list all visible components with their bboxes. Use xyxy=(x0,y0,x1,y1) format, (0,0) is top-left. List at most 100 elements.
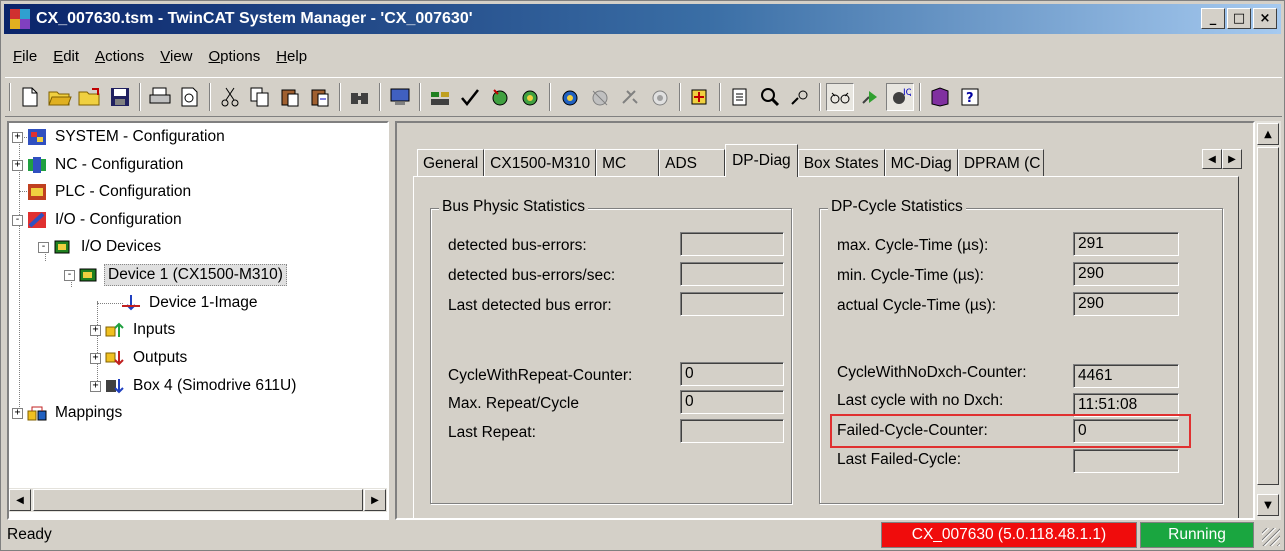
tab-dpram[interactable]: DPRAM (C xyxy=(957,149,1044,177)
toggle-free-run-icon[interactable] xyxy=(616,83,644,111)
show-sub-items-icon[interactable] xyxy=(726,83,754,111)
find-icon[interactable] xyxy=(346,83,374,111)
new-icon[interactable] xyxy=(16,83,44,111)
configuration-tree[interactable]: + SYSTEM - Configuration + NC - Configur… xyxy=(7,121,389,520)
mappings-icon xyxy=(27,404,47,422)
tab-ads[interactable]: ADS xyxy=(659,149,726,177)
online-watch-icon[interactable] xyxy=(826,83,854,111)
scroll-thumb[interactable] xyxy=(33,489,363,511)
tree-label: NC - Configuration xyxy=(55,156,184,173)
tab-mc-diag[interactable]: MC-Diag xyxy=(884,149,958,177)
tree-item-outputs[interactable]: + Outputs xyxy=(90,346,190,370)
menu-options[interactable]: Options xyxy=(201,48,269,65)
paste-icon[interactable] xyxy=(276,83,304,111)
last-repeat-field xyxy=(680,419,784,443)
collapse-toggle[interactable]: - xyxy=(38,241,49,253)
maximize-icon: □ xyxy=(1232,11,1246,26)
print-preview-icon[interactable] xyxy=(176,83,204,111)
menu-edit[interactable]: Edit xyxy=(45,48,87,65)
add-variable-icon[interactable] xyxy=(686,83,714,111)
cycle-with-repeat-counter-field: 0 xyxy=(680,362,784,386)
search-item-icon[interactable] xyxy=(786,83,814,111)
minimize-button[interactable]: _ xyxy=(1201,8,1225,29)
expand-toggle[interactable]: + xyxy=(12,131,23,143)
tab-dp-diag[interactable]: DP-Diag xyxy=(725,144,798,177)
help-icon[interactable]: ? xyxy=(956,83,984,111)
info-icon[interactable]: IQ xyxy=(886,83,914,111)
arrow-up-icon: ▲ xyxy=(1264,128,1272,140)
print-icon[interactable] xyxy=(146,83,174,111)
menu-help[interactable]: Help xyxy=(268,48,315,65)
tree-item-box-4[interactable]: + Box 4 (Simodrive 611U) xyxy=(90,374,299,398)
zoom-icon[interactable] xyxy=(756,83,784,111)
menu-file[interactable]: File xyxy=(5,48,45,65)
target-system-icon[interactable] xyxy=(386,83,414,111)
plc-config-icon xyxy=(27,183,47,201)
force-icon[interactable] xyxy=(856,83,884,111)
scroll-left-button[interactable]: ◀ xyxy=(9,489,31,511)
collapse-toggle[interactable]: - xyxy=(12,214,23,226)
tree-item-system[interactable]: + SYSTEM - Configuration xyxy=(12,125,228,149)
open-folder-icon[interactable] xyxy=(76,83,104,111)
reload-devices-icon[interactable] xyxy=(556,83,584,111)
check-configuration-icon[interactable] xyxy=(456,83,484,111)
tree-horizontal-scrollbar[interactable]: ◀ ▶ xyxy=(9,488,387,512)
last-failed-cycle-field xyxy=(1073,449,1179,473)
scroll-thumb[interactable] xyxy=(1257,147,1279,485)
tab-mc[interactable]: MC xyxy=(596,149,660,177)
activate-configuration-icon[interactable] xyxy=(486,83,514,111)
show-online-data-icon[interactable] xyxy=(646,83,674,111)
tree-label: Box 4 (Simodrive 611U) xyxy=(133,377,297,394)
restart-run-mode-icon[interactable] xyxy=(516,83,544,111)
tab-scroll-left-button[interactable]: ◀ xyxy=(1202,149,1222,169)
detail-vertical-scrollbar[interactable]: ▲ ▼ xyxy=(1255,121,1281,520)
tab-box-states[interactable]: Box States xyxy=(797,149,885,177)
field-label: detected bus-errors/sec: xyxy=(448,267,616,284)
tree-item-device-1[interactable]: - Device 1 (CX1500-M310) xyxy=(64,263,287,287)
paste-with-links-icon[interactable] xyxy=(306,83,334,111)
field-label: Max. Repeat/Cycle xyxy=(448,395,579,412)
copy-icon[interactable] xyxy=(246,83,274,111)
scroll-up-button[interactable]: ▲ xyxy=(1257,123,1279,145)
menu-actions[interactable]: Actions xyxy=(87,48,152,65)
expand-toggle[interactable]: + xyxy=(90,352,101,364)
tree-item-io-devices[interactable]: - I/O Devices xyxy=(38,235,164,259)
tree-item-device-image[interactable]: Device 1-Image xyxy=(121,291,261,315)
tab-cx1500-m310[interactable]: CX1500-M310 xyxy=(484,149,597,177)
expand-toggle[interactable]: + xyxy=(90,380,101,392)
maximize-button[interactable]: □ xyxy=(1227,8,1251,29)
tab-general[interactable]: General xyxy=(417,149,485,177)
tree-item-nc[interactable]: + NC - Configuration xyxy=(12,153,186,177)
help-book-icon[interactable] xyxy=(926,83,954,111)
title-bar[interactable]: CX_007630.tsm - TwinCAT System Manager -… xyxy=(4,4,1281,34)
field-label: Last detected bus error: xyxy=(448,297,612,314)
bus-errors-per-sec-field xyxy=(680,262,784,286)
close-button[interactable]: × xyxy=(1253,8,1277,29)
field-label: CycleWithRepeat-Counter: xyxy=(448,367,633,384)
tree-item-plc[interactable]: PLC - Configuration xyxy=(27,180,194,204)
system-config-icon xyxy=(27,128,47,146)
save-icon[interactable] xyxy=(106,83,134,111)
tab-strip: General CX1500-M310 MC ADS DP-Diag Box S… xyxy=(417,143,1044,177)
expand-toggle[interactable]: + xyxy=(12,159,23,171)
tree-label: PLC - Configuration xyxy=(55,183,192,200)
resize-grip[interactable] xyxy=(1262,528,1280,546)
scroll-down-button[interactable]: ▼ xyxy=(1257,494,1279,516)
expand-toggle[interactable]: + xyxy=(90,324,101,336)
target-system-status[interactable]: CX_007630 (5.0.118.48.1.1) xyxy=(881,522,1137,548)
tree-item-inputs[interactable]: + Inputs xyxy=(90,318,178,342)
cut-icon[interactable] xyxy=(216,83,244,111)
arrow-down-icon: ▼ xyxy=(1264,499,1272,511)
tree-item-mappings[interactable]: + Mappings xyxy=(12,401,125,425)
detected-bus-errors-field xyxy=(680,232,784,256)
open-icon[interactable] xyxy=(46,83,74,111)
scroll-right-button[interactable]: ▶ xyxy=(364,489,386,511)
expand-toggle[interactable]: + xyxy=(12,407,23,419)
tab-scroll-right-button[interactable]: ▶ xyxy=(1222,149,1242,169)
menu-view[interactable]: View xyxy=(152,48,200,65)
collapse-toggle[interactable]: - xyxy=(64,269,75,281)
failed-cycle-highlight xyxy=(830,414,1191,448)
scan-devices-icon[interactable] xyxy=(586,83,614,111)
generate-mappings-icon[interactable] xyxy=(426,83,454,111)
tree-item-io[interactable]: - I/O - Configuration xyxy=(12,208,185,232)
